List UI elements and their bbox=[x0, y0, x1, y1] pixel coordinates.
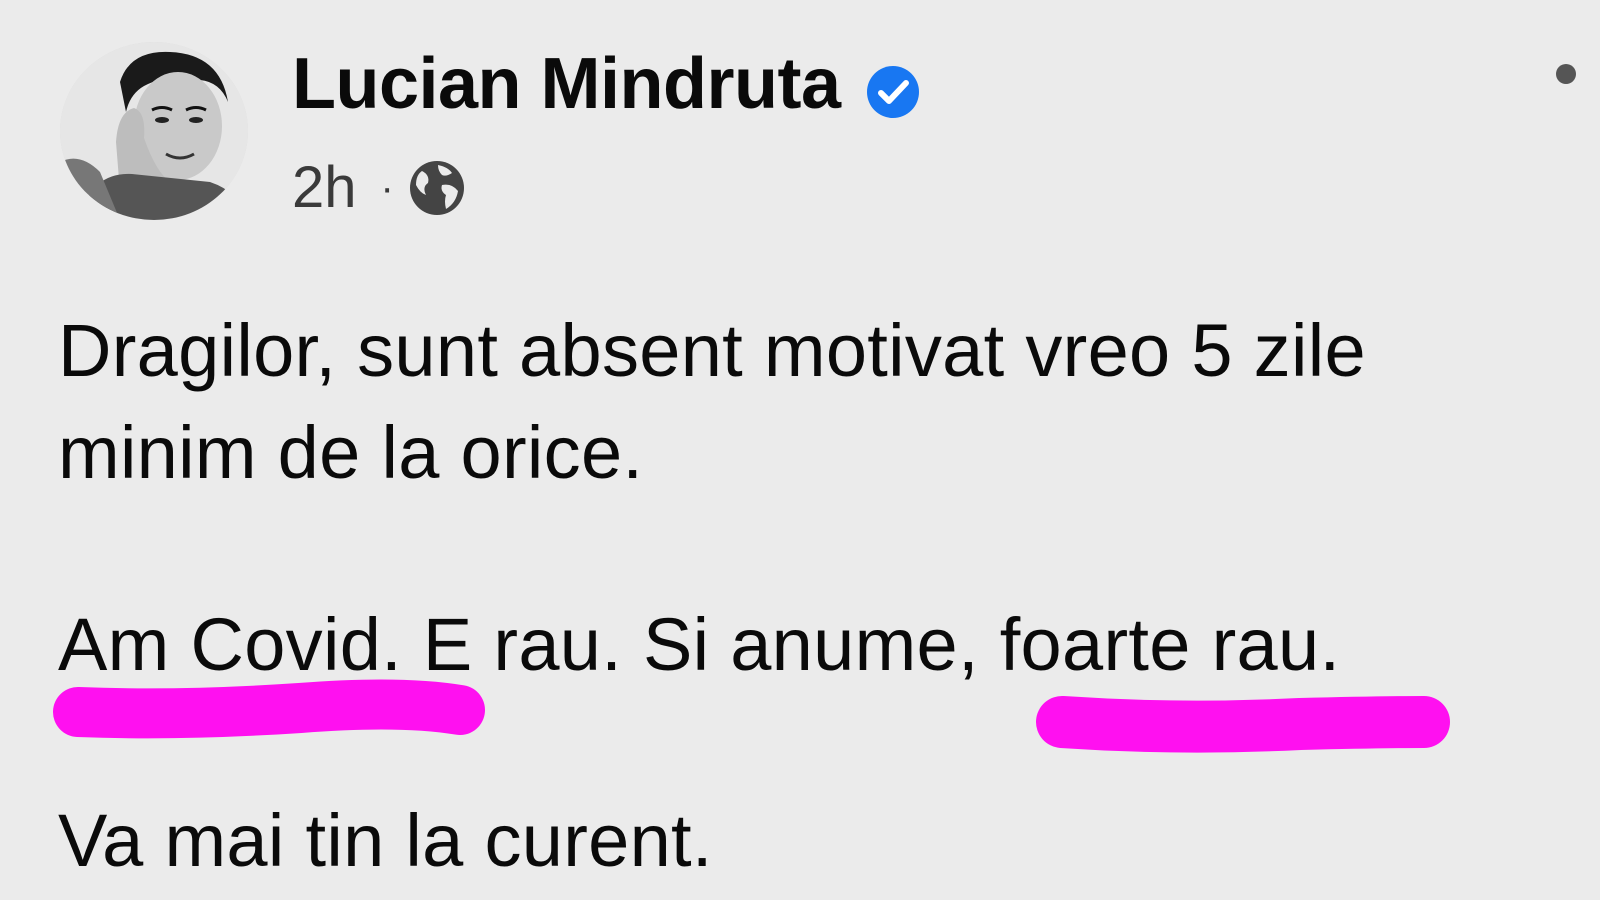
post-meta: 2h · bbox=[292, 156, 466, 220]
underline-am-covid bbox=[53, 679, 485, 739]
paragraph-3: Va mai tin la curent. bbox=[58, 799, 713, 882]
author-header: Lucian Mindruta bbox=[292, 44, 921, 124]
author-name[interactable]: Lucian Mindruta bbox=[292, 44, 841, 124]
author-avatar[interactable] bbox=[60, 42, 248, 220]
facebook-post: Lucian Mindruta 2h · Dragilor, sunt abse… bbox=[0, 0, 1600, 900]
post-timestamp[interactable]: 2h bbox=[292, 156, 357, 220]
post-body: Dragilor, sunt absent motivat vreo 5 zil… bbox=[58, 300, 1578, 504]
verified-badge-icon bbox=[865, 56, 921, 118]
paragraph-1-line-2: minim de la orice. bbox=[58, 411, 644, 494]
underline-foarte-rau bbox=[1036, 696, 1450, 753]
globe-icon[interactable] bbox=[408, 159, 466, 217]
meta-separator: · bbox=[380, 166, 394, 210]
more-options-icon[interactable] bbox=[1556, 64, 1576, 84]
paragraph-1-line-1: Dragilor, sunt absent motivat vreo 5 zil… bbox=[58, 309, 1366, 392]
paragraph-2: Am Covid. E rau. Si anume, foarte rau. bbox=[58, 603, 1341, 686]
